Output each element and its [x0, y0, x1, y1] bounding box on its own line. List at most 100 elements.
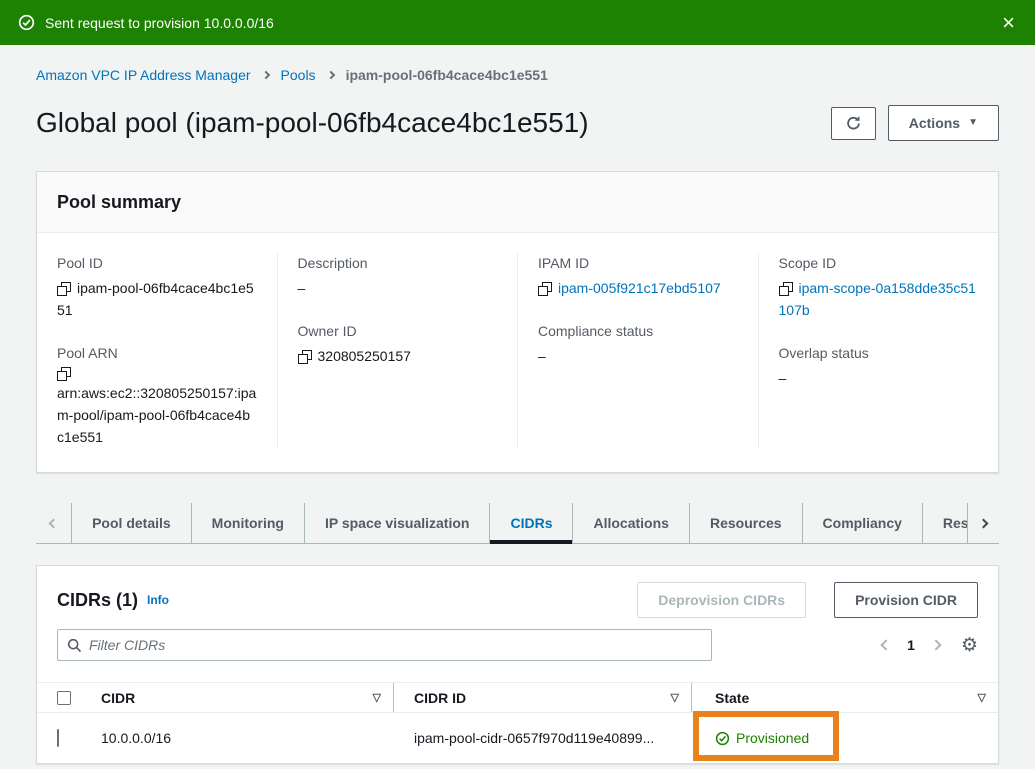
cidr-id-cell: ipam-pool-cidr-0657f970d119e40899...: [394, 730, 692, 746]
column-header-cidr-id[interactable]: CIDR ID ▽: [394, 683, 692, 712]
summary-column-1: Pool ID ipam-pool-06fb4cace4bc1e551 Pool…: [37, 253, 277, 448]
summary-column-3: IPAM ID ipam-005f921c17ebd5107 Complianc…: [517, 253, 758, 448]
pagination-prev-icon[interactable]: [880, 639, 891, 650]
copy-icon[interactable]: [298, 350, 311, 363]
close-icon[interactable]: ×: [1000, 12, 1017, 34]
owner-id-label: Owner ID: [298, 321, 498, 341]
pool-arn-value: arn:aws:ec2::320805250157:ipam-pool/ipam…: [57, 385, 256, 445]
page-title: Global pool (ipam-pool-06fb4cace4bc1e551…: [36, 107, 589, 139]
table-row: 10.0.0.0/16 ipam-pool-cidr-0657f970d119e…: [37, 713, 998, 763]
tab-ip-space-visualization[interactable]: IP space visualization: [304, 503, 489, 543]
tab-compliancy[interactable]: Compliancy: [802, 503, 922, 543]
pool-arn-field: Pool ARN arn:aws:ec2::320805250157:ipam-…: [57, 343, 257, 448]
description-value: –: [298, 277, 498, 299]
ipam-id-field: IPAM ID ipam-005f921c17ebd5107: [538, 253, 738, 299]
sort-icon[interactable]: ▽: [373, 691, 381, 704]
flash-message: Sent request to provision 10.0.0.0/16: [45, 15, 274, 31]
summary-column-4: Scope ID ipam-scope-0a158dde35c51107b Ov…: [758, 253, 999, 448]
cidrs-panel-title: CIDRs (1): [57, 590, 138, 611]
owner-id-field: Owner ID 320805250157: [298, 321, 498, 367]
tab-resources[interactable]: Resources: [689, 503, 802, 543]
tab-label: Pool details: [92, 515, 171, 531]
gear-icon[interactable]: ⚙: [961, 636, 978, 655]
provisioned-check-icon: [715, 731, 730, 746]
cidr-cell: 10.0.0.0/16: [101, 730, 394, 746]
column-label: CIDR ID: [414, 690, 466, 706]
overlap-status-value: –: [779, 367, 979, 389]
summary-column-2: Description – Owner ID 320805250157: [277, 253, 518, 448]
state-badge: Provisioned: [736, 730, 809, 746]
scope-id-label: Scope ID: [779, 253, 979, 273]
copy-icon[interactable]: [538, 282, 551, 295]
description-label: Description: [298, 253, 498, 273]
info-link[interactable]: Info: [147, 593, 169, 607]
row-select-cell: [37, 730, 101, 746]
overlap-status-label: Overlap status: [779, 343, 979, 363]
compliance-status-label: Compliance status: [538, 321, 738, 341]
column-header-cidr[interactable]: CIDR ▽: [101, 683, 394, 712]
column-label: CIDR: [101, 690, 135, 706]
filter-cidrs-searchbox: [57, 629, 712, 661]
breadcrumb-link-pools[interactable]: Pools: [281, 65, 316, 85]
pool-id-label: Pool ID: [57, 253, 257, 273]
tabs-scroll-right-button[interactable]: [967, 503, 999, 543]
pagination-next-icon[interactable]: [930, 639, 941, 650]
select-all-checkbox[interactable]: [57, 691, 71, 705]
pool-summary-card: Pool summary Pool ID ipam-pool-06fb4cace…: [36, 171, 999, 473]
filter-cidrs-input[interactable]: [89, 637, 702, 653]
tab-label: Reso: [943, 515, 967, 531]
sort-icon[interactable]: ▽: [978, 691, 986, 704]
pool-arn-label: Pool ARN: [57, 343, 257, 363]
chevron-left-icon: [49, 518, 59, 528]
chevron-right-icon: [326, 71, 334, 79]
tab-cidrs[interactable]: CIDRs: [489, 503, 572, 543]
pool-id-value: ipam-pool-06fb4cace4bc1e551: [57, 280, 254, 318]
tab-label: Monitoring: [212, 515, 284, 531]
scope-id-link[interactable]: ipam-scope-0a158dde35c51107b: [779, 280, 976, 318]
pool-id-field: Pool ID ipam-pool-06fb4cace4bc1e551: [57, 253, 257, 321]
copy-icon[interactable]: [779, 282, 792, 295]
copy-icon[interactable]: [57, 367, 70, 380]
breadcrumb-link-ipam[interactable]: Amazon VPC IP Address Manager: [36, 65, 251, 85]
tab-truncated[interactable]: Reso: [922, 503, 967, 543]
actions-button-label: Actions: [909, 113, 960, 133]
tab-label: Compliancy: [823, 515, 902, 531]
select-row-checkbox[interactable]: [57, 729, 59, 747]
refresh-button[interactable]: [831, 107, 876, 140]
tab-strip: Pool details Monitoring IP space visuali…: [36, 503, 999, 544]
pool-summary-title: Pool summary: [37, 172, 998, 233]
tab-monitoring[interactable]: Monitoring: [191, 503, 304, 543]
ipam-id-link[interactable]: ipam-005f921c17ebd5107: [558, 280, 721, 296]
tab-allocations[interactable]: Allocations: [572, 503, 688, 543]
breadcrumb-current: ipam-pool-06fb4cace4bc1e551: [346, 65, 548, 85]
ipam-id-label: IPAM ID: [538, 253, 738, 273]
sort-icon[interactable]: ▽: [671, 691, 679, 704]
tab-label: CIDRs: [510, 515, 552, 531]
column-header-state[interactable]: State ▽: [692, 683, 998, 712]
deprovision-cidrs-button[interactable]: Deprovision CIDRs: [637, 582, 806, 618]
provision-cidr-button[interactable]: Provision CIDR: [834, 582, 978, 618]
success-check-icon: [18, 14, 35, 31]
tab-label: Resources: [710, 515, 782, 531]
column-label: State: [715, 690, 749, 706]
page-header: Global pool (ipam-pool-06fb4cace4bc1e551…: [36, 105, 999, 141]
overlap-status-field: Overlap status –: [779, 343, 979, 389]
refresh-icon: [845, 115, 862, 132]
copy-icon[interactable]: [57, 282, 70, 295]
success-flashbar: Sent request to provision 10.0.0.0/16 ×: [0, 0, 1035, 45]
tab-pool-details[interactable]: Pool details: [71, 503, 191, 543]
compliance-status-field: Compliance status –: [538, 321, 738, 367]
select-all-header-cell: [37, 683, 101, 712]
tab-label: IP space visualization: [325, 515, 469, 531]
compliance-status-value: –: [538, 345, 738, 367]
chevron-right-icon: [261, 71, 269, 79]
pagination-page-number[interactable]: 1: [907, 637, 915, 653]
description-field: Description –: [298, 253, 498, 299]
search-icon: [67, 638, 82, 653]
tabs-scroll-left-button[interactable]: [36, 503, 71, 543]
cidrs-table: CIDR ▽ CIDR ID ▽ State ▽ 10.0.0.0/16 ipa…: [37, 682, 998, 763]
cidrs-panel: CIDRs (1) Info Deprovision CIDRs Provisi…: [36, 565, 999, 764]
tab-label: Allocations: [593, 515, 668, 531]
actions-button[interactable]: Actions ▼: [888, 105, 999, 141]
chevron-right-icon: [979, 518, 989, 528]
